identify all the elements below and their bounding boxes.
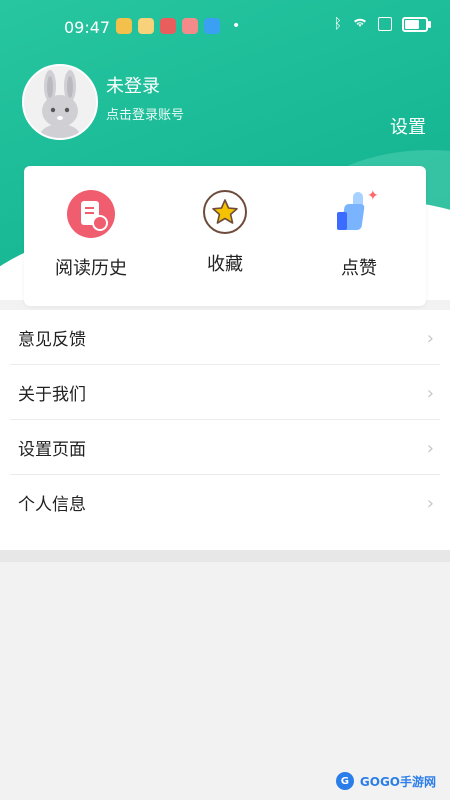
login-prompt[interactable]: 点击登录账号: [106, 104, 184, 123]
favorite-star-icon: [203, 190, 247, 234]
quick-actions-card: 阅读历史 收藏 ✦ 点赞: [24, 166, 426, 306]
reading-history-icon: [67, 190, 115, 238]
watermark-text: GOGO手游网: [359, 774, 436, 789]
menu-item-settings-page[interactable]: 设置页面 ›: [10, 420, 440, 475]
app-notification-icon: [182, 18, 198, 34]
reading-history-button[interactable]: 阅读历史: [31, 166, 151, 286]
app-notification-icon: [138, 18, 154, 34]
menu-item-feedback[interactable]: 意见反馈 ›: [10, 310, 440, 365]
reading-history-label: 阅读历史: [55, 258, 127, 279]
favorites-label: 收藏: [207, 254, 243, 275]
watermark-logo-icon: G: [335, 772, 354, 790]
menu-item-about[interactable]: 关于我们 ›: [10, 365, 440, 420]
bluetooth-icon: ᛒ: [333, 16, 342, 32]
status-time: 09:47: [64, 18, 111, 37]
notification-icons: [116, 18, 220, 34]
watermark: G GOGO手游网: [335, 772, 436, 790]
battery-icon: [402, 16, 431, 32]
avatar[interactable]: [22, 64, 98, 140]
likes-label: 点赞: [341, 258, 377, 279]
bunny-avatar-icon: [24, 66, 96, 138]
system-icons: ᛒ: [333, 16, 431, 32]
section-divider: [0, 550, 450, 562]
status-bar: 09:47 • ᛒ: [0, 0, 450, 56]
chevron-right-icon: ›: [426, 383, 434, 404]
app-notification-icon: [116, 18, 132, 34]
app-notification-icon: [160, 18, 176, 34]
chevron-right-icon: ›: [426, 493, 434, 514]
menu-item-label: 个人信息: [18, 494, 86, 515]
login-status[interactable]: 未登录: [106, 72, 160, 98]
telegram-icon: [204, 18, 220, 34]
thumbs-up-icon: ✦: [335, 188, 383, 238]
chevron-right-icon: ›: [426, 438, 434, 459]
menu-item-personal-info[interactable]: 个人信息 ›: [10, 475, 440, 529]
settings-link[interactable]: 设置: [390, 113, 426, 139]
status-dot: •: [232, 18, 241, 34]
menu-item-label: 意见反馈: [18, 329, 86, 350]
settings-menu: 意见反馈 › 关于我们 › 设置页面 › 个人信息 ›: [0, 310, 450, 550]
likes-button[interactable]: ✦ 点赞: [299, 166, 419, 286]
chevron-right-icon: ›: [426, 328, 434, 349]
menu-item-label: 关于我们: [18, 384, 86, 405]
menu-item-label: 设置页面: [18, 439, 86, 460]
wifi-icon: [352, 16, 368, 32]
favorites-button[interactable]: 收藏: [165, 166, 285, 286]
sim-icon: [378, 17, 392, 31]
